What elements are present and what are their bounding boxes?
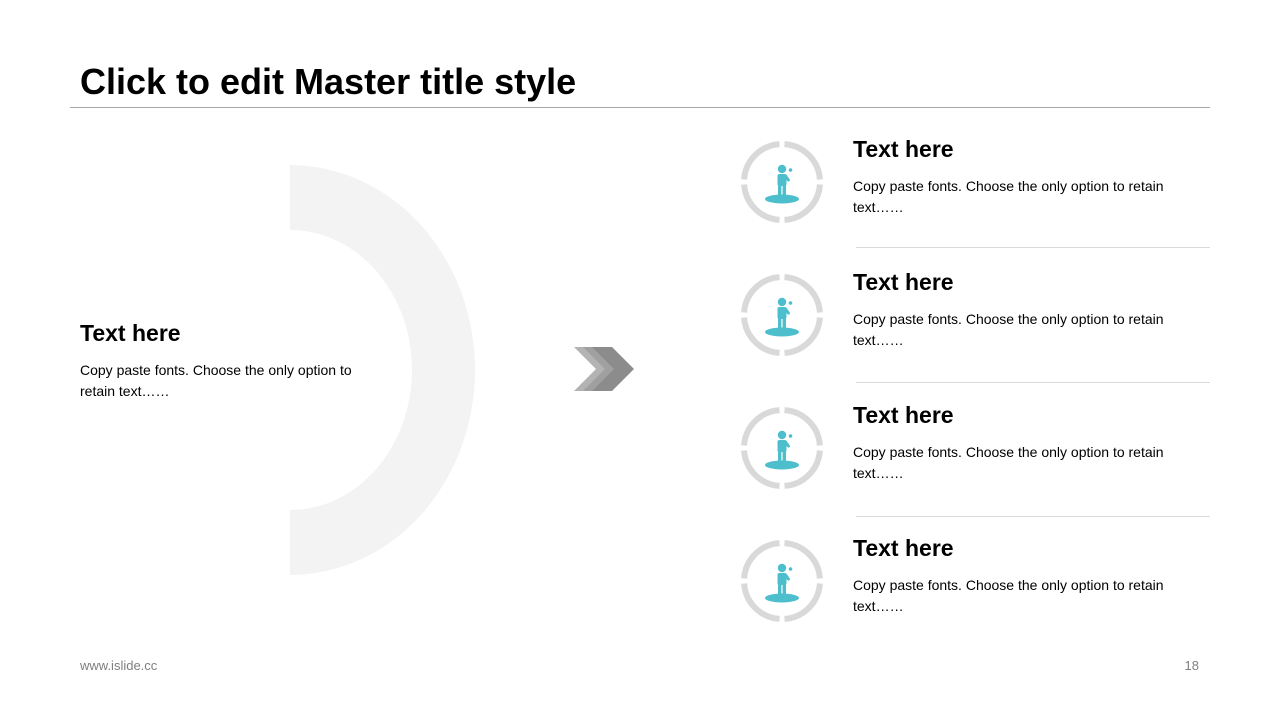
person-on-pedestal-icon: [741, 407, 823, 489]
footer-url[interactable]: www.islide.cc: [80, 658, 157, 673]
slide-title: Click to edit Master title style: [80, 61, 577, 102]
item-body: Copy paste fonts. Choose the only option…: [853, 577, 1164, 614]
title-divider: [70, 107, 1210, 108]
list-item: Text here Copy paste fonts. Choose the o…: [740, 402, 1210, 506]
left-text-block: Text here Copy paste fonts. Choose the o…: [80, 318, 390, 402]
list-item: Text here Copy paste fonts. Choose the o…: [740, 535, 1210, 639]
item-heading: Text here: [853, 136, 954, 162]
person-on-pedestal-icon: [741, 540, 823, 622]
list-item: Text here Copy paste fonts. Choose the o…: [740, 136, 1210, 240]
page-number: 18: [1184, 658, 1199, 673]
item-body: Copy paste fonts. Choose the only option…: [853, 444, 1164, 481]
item-heading: Text here: [853, 535, 954, 561]
left-block-heading: Text here: [80, 320, 181, 346]
item-divider: [856, 382, 1210, 383]
item-divider: [856, 247, 1210, 248]
person-on-pedestal-icon: [741, 141, 823, 223]
item-body: Copy paste fonts. Choose the only option…: [853, 178, 1164, 215]
chevron-arrow-icon: [574, 347, 634, 391]
item-heading: Text here: [853, 402, 954, 428]
person-on-pedestal-icon: [741, 274, 823, 356]
item-divider: [856, 516, 1210, 517]
list-item: Text here Copy paste fonts. Choose the o…: [740, 269, 1210, 373]
item-heading: Text here: [853, 269, 954, 295]
left-block-body: Copy paste fonts. Choose the only option…: [80, 362, 352, 399]
item-body: Copy paste fonts. Choose the only option…: [853, 311, 1164, 348]
